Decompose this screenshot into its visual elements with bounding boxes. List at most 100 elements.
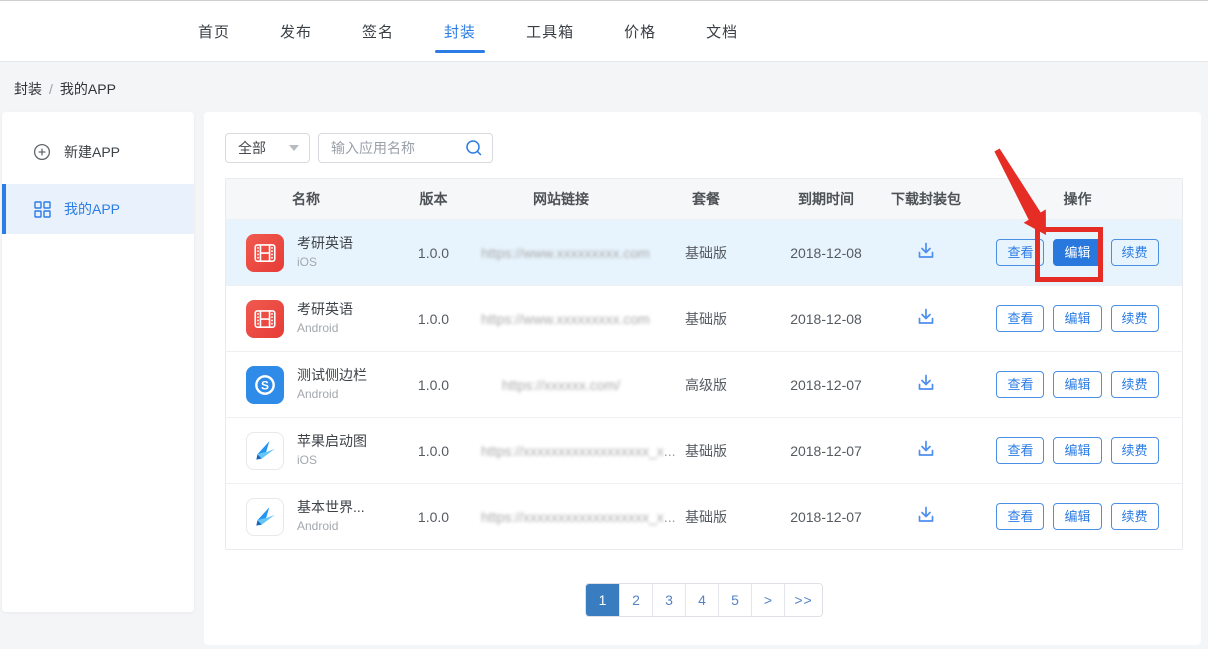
app-link-blurred: https://www.xxxxxxxxx.com (481, 311, 650, 327)
breadcrumb-section[interactable]: 封装 (14, 81, 42, 97)
page-button-3[interactable]: 3 (652, 584, 685, 616)
breadcrumb: 封装 / 我的APP (14, 79, 116, 99)
edit-button[interactable]: 编辑 (1053, 305, 1101, 332)
renew-button[interactable]: 续费 (1111, 305, 1159, 332)
app-name: 基本世界... (297, 499, 365, 517)
pagination: 1 2 3 4 5 > >> (225, 583, 1183, 617)
search-icon[interactable] (464, 138, 484, 158)
renew-button[interactable]: 续费 (1111, 503, 1159, 530)
last-page-button[interactable]: >> (784, 584, 822, 616)
renew-button[interactable]: 续费 (1111, 239, 1159, 266)
app-platform: iOS (297, 453, 367, 468)
sidebar-item-label: 我的APP (64, 199, 120, 219)
plus-circle-icon (32, 142, 52, 162)
table-row: 考研英语 Android 1.0.0 https://www.xxxxxxxxx… (226, 285, 1182, 351)
page-button-4[interactable]: 4 (685, 584, 718, 616)
app-link-blurred: https://xxxxxxxxxxxxxxxxxx_x (481, 443, 664, 459)
download-icon[interactable] (915, 438, 937, 460)
chevron-down-icon (289, 145, 299, 151)
search-input[interactable] (331, 140, 464, 156)
nav-home[interactable]: 首页 (198, 21, 230, 42)
app-platform: Android (297, 519, 365, 534)
app-expiry: 2018-12-08 (771, 311, 881, 327)
view-button[interactable]: 查看 (996, 305, 1044, 332)
film-red-icon (246, 234, 284, 272)
download-icon[interactable] (915, 240, 937, 262)
nav-signature[interactable]: 签名 (362, 21, 394, 42)
page: 首页 发布 签名 封装 工具箱 价格 文档 封装 / 我的APP 新建APP 我的A… (0, 0, 1208, 649)
top-navbar: 首页 发布 签名 封装 工具箱 价格 文档 (0, 0, 1208, 62)
app-platform: Android (297, 321, 353, 336)
apps-table: 名称 版本 网站链接 套餐 到期时间 下载封装包 操作 考研英语 iOS (225, 178, 1183, 550)
view-button[interactable]: 查看 (996, 437, 1044, 464)
film-red-icon (246, 300, 284, 338)
search-box (318, 133, 493, 163)
app-platform: iOS (297, 255, 353, 270)
table-row: S 测试侧边栏 Android 1.0.0 https://xxxxxx.com… (226, 351, 1182, 417)
nav-publish[interactable]: 发布 (280, 21, 312, 42)
edit-button[interactable]: 编辑 (1053, 503, 1101, 530)
renew-button[interactable]: 续费 (1111, 371, 1159, 398)
app-expiry: 2018-12-07 (771, 509, 881, 525)
view-button[interactable]: 查看 (996, 239, 1044, 266)
main-content: 全部 名称 版本 网站链接 套餐 到期时间 下载封装包 操作 (204, 112, 1201, 645)
edit-button[interactable]: 编辑 (1053, 437, 1101, 464)
edit-button-highlighted[interactable]: 编辑 (1053, 239, 1101, 266)
download-icon[interactable] (915, 504, 937, 526)
app-name: 苹果启动图 (297, 433, 367, 451)
filter-dropdown[interactable]: 全部 (225, 133, 310, 163)
breadcrumb-page: 我的APP (60, 81, 116, 97)
app-expiry: 2018-12-07 (771, 377, 881, 393)
app-expiry: 2018-12-08 (771, 245, 881, 261)
renew-button[interactable]: 续费 (1111, 437, 1159, 464)
app-link-blurred: https://xxxxxx.com/ (502, 377, 620, 393)
view-button[interactable]: 查看 (996, 503, 1044, 530)
table-header-row: 名称 版本 网站链接 套餐 到期时间 下载封装包 操作 (226, 179, 1182, 219)
sidebar-item-new-app[interactable]: 新建APP (2, 128, 194, 176)
app-version: 1.0.0 (386, 311, 481, 327)
app-link-blurred: https://www.xxxxxxxxx.com (481, 245, 650, 261)
nav-docs[interactable]: 文档 (706, 21, 738, 42)
app-expiry: 2018-12-07 (771, 443, 881, 459)
filter-dropdown-value: 全部 (238, 138, 266, 158)
paper-crane-icon (246, 432, 284, 470)
s-browser-icon: S (246, 366, 284, 404)
app-name: 测试侧边栏 (297, 367, 367, 385)
sidebar-item-label: 新建APP (64, 142, 120, 162)
app-name: 考研英语 (297, 235, 353, 253)
app-version: 1.0.0 (386, 443, 481, 459)
col-header-link: 网站链接 (481, 189, 641, 209)
paper-crane-icon (246, 498, 284, 536)
edit-button[interactable]: 编辑 (1053, 371, 1101, 398)
col-header-version: 版本 (386, 189, 481, 209)
app-version: 1.0.0 (386, 377, 481, 393)
view-button[interactable]: 查看 (996, 371, 1044, 398)
col-header-actions: 操作 (971, 189, 1184, 209)
nav-toolbox[interactable]: 工具箱 (526, 21, 574, 42)
page-button-1[interactable]: 1 (586, 584, 619, 616)
page-button-2[interactable]: 2 (619, 584, 652, 616)
app-plan: 基础版 (641, 243, 771, 263)
nav-price[interactable]: 价格 (624, 21, 656, 42)
app-version: 1.0.0 (386, 509, 481, 525)
col-header-plan: 套餐 (641, 189, 771, 209)
main-nav: 首页 发布 签名 封装 工具箱 价格 文档 (0, 1, 1208, 61)
app-version: 1.0.0 (386, 245, 481, 261)
sidebar: 新建APP 我的APP (2, 112, 194, 612)
page-button-5[interactable]: 5 (718, 584, 751, 616)
breadcrumb-separator: / (49, 81, 53, 97)
col-header-download: 下载封装包 (881, 189, 971, 209)
col-header-name: 名称 (226, 189, 386, 209)
table-row: 基本世界... Android 1.0.0 https://xxxxxxxxxx… (226, 483, 1182, 549)
nav-package-active[interactable]: 封装 (444, 21, 476, 42)
table-row: 苹果启动图 iOS 1.0.0 https://xxxxxxxxxxxxxxxx… (226, 417, 1182, 483)
svg-text:S: S (261, 378, 269, 392)
sidebar-item-my-app[interactable]: 我的APP (2, 184, 194, 234)
download-icon[interactable] (915, 306, 937, 328)
next-page-button[interactable]: > (751, 584, 784, 616)
grid-icon (32, 199, 52, 219)
col-header-expiry: 到期时间 (771, 189, 881, 209)
app-plan: 高级版 (641, 375, 771, 395)
app-link-blurred: https://xxxxxxxxxxxxxxxxxx_x (481, 509, 664, 525)
download-icon[interactable] (915, 372, 937, 394)
